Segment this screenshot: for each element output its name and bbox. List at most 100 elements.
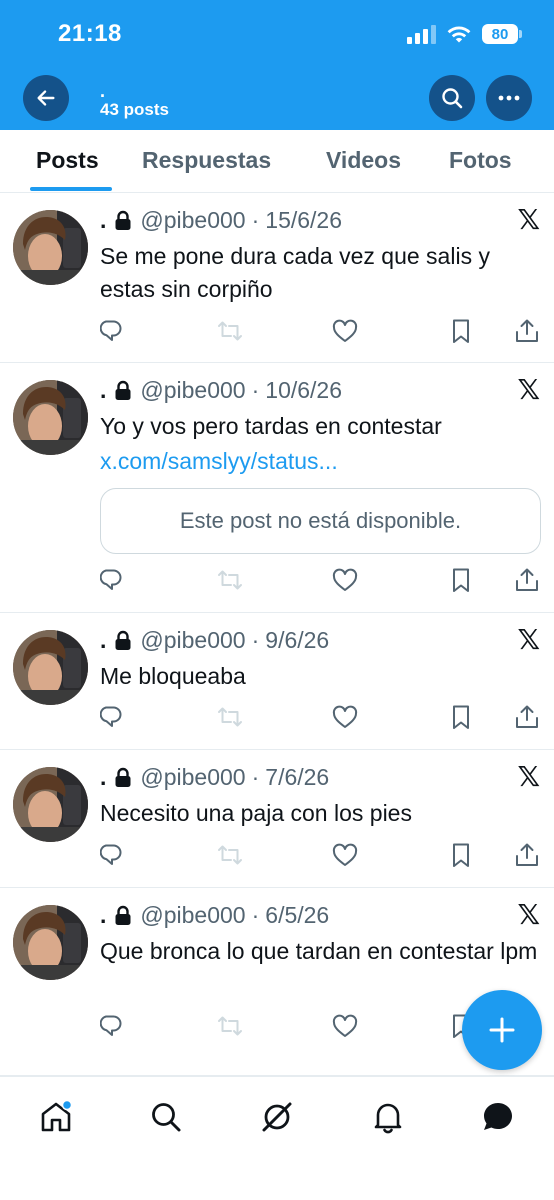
more-options-button[interactable]	[486, 75, 532, 121]
bookmark-button[interactable]	[447, 703, 475, 731]
share-button[interactable]	[513, 841, 541, 869]
messages-icon	[484, 1103, 512, 1130]
post-date[interactable]: 10/6/26	[265, 377, 342, 404]
bookmark-button[interactable]	[447, 566, 475, 594]
post-text: Necesito una paja con los pies	[100, 800, 412, 826]
avatar-photo	[13, 630, 88, 705]
repost-button[interactable]	[216, 841, 244, 869]
repost-button[interactable]	[216, 703, 244, 731]
post-item[interactable]: . @pibe000 · 7/6/26 𝕏 Necesito una paja c…	[0, 750, 554, 888]
reply-button[interactable]	[99, 566, 128, 594]
lock-icon	[114, 767, 133, 788]
avatar[interactable]	[13, 767, 88, 842]
nav-home[interactable]	[38, 1099, 74, 1135]
share-button[interactable]	[513, 703, 541, 731]
x-logo-icon: 𝕏	[517, 898, 540, 931]
author-name[interactable]: .	[100, 764, 106, 791]
post-date[interactable]: 15/6/26	[265, 207, 342, 234]
lock-icon	[114, 905, 133, 926]
reply-button[interactable]	[99, 317, 128, 345]
reply-button[interactable]	[99, 841, 128, 869]
repost-button[interactable]	[216, 566, 244, 594]
repost-icon	[218, 570, 242, 590]
bookmark-icon	[453, 319, 469, 343]
avatar-photo	[13, 767, 88, 842]
lock-icon	[114, 210, 133, 231]
bookmark-button[interactable]	[447, 317, 475, 345]
battery-indicator: 80	[482, 24, 522, 44]
compose-post-button[interactable]	[462, 990, 542, 1070]
post-actions	[99, 566, 541, 596]
nav-search[interactable]	[148, 1099, 184, 1135]
lock-icon	[114, 380, 133, 401]
search-button[interactable]	[429, 75, 475, 121]
x-logo-icon: 𝕏	[517, 623, 540, 656]
tab-videos[interactable]: Videos	[326, 147, 401, 174]
bookmark-icon	[453, 843, 469, 867]
share-button[interactable]	[513, 317, 541, 345]
post-count: 43 posts	[100, 100, 169, 119]
author-name[interactable]: .	[100, 377, 106, 404]
avatar[interactable]	[13, 380, 88, 455]
avatar[interactable]	[13, 210, 88, 285]
bell-icon	[374, 1103, 402, 1134]
bookmark-button[interactable]	[447, 841, 475, 869]
share-icon	[516, 843, 538, 866]
meta-separator: ·	[251, 207, 260, 233]
share-button[interactable]	[513, 566, 541, 594]
avatar[interactable]	[13, 630, 88, 705]
post-meta: . @pibe000 · 15/6/26	[100, 207, 342, 234]
reply-button[interactable]	[99, 703, 128, 731]
tab-posts[interactable]: Posts	[36, 147, 99, 174]
like-button[interactable]	[331, 703, 359, 731]
author-name[interactable]: .	[100, 902, 106, 929]
reply-icon	[99, 1015, 122, 1036]
author-handle[interactable]: @pibe000	[140, 902, 245, 929]
post-meta: . @pibe000 · 10/6/26	[100, 377, 342, 404]
like-button[interactable]	[331, 841, 359, 869]
reply-button[interactable]	[99, 1012, 128, 1040]
post-meta: . @pibe000 · 9/6/26	[100, 627, 329, 654]
post-date[interactable]: 6/5/26	[265, 902, 329, 929]
repost-icon	[218, 845, 242, 865]
nav-messages[interactable]	[480, 1099, 516, 1135]
reply-icon	[99, 706, 122, 727]
repost-icon	[218, 321, 242, 341]
like-button[interactable]	[331, 1012, 359, 1040]
author-name[interactable]: .	[100, 207, 106, 234]
share-icon	[516, 705, 538, 728]
meta-separator: ·	[251, 377, 260, 403]
post-date[interactable]: 9/6/26	[265, 627, 329, 654]
bookmark-icon	[453, 705, 469, 729]
avatar[interactable]	[13, 905, 88, 980]
bottom-navigation	[0, 1076, 554, 1200]
post-date[interactable]: 7/6/26	[265, 764, 329, 791]
x-logo-icon: 𝕏	[517, 203, 540, 236]
status-icons: 80	[407, 24, 522, 44]
back-button[interactable]	[23, 75, 69, 121]
nav-grok[interactable]	[259, 1099, 295, 1135]
repost-button[interactable]	[216, 317, 244, 345]
post-item[interactable]: . @pibe000 · 10/6/26 𝕏 Yo y vos pero tard…	[0, 363, 554, 613]
author-handle[interactable]: @pibe000	[140, 627, 245, 654]
author-name[interactable]: .	[100, 627, 106, 654]
author-handle[interactable]: @pibe000	[140, 764, 245, 791]
post-actions	[99, 703, 541, 733]
nav-notifications[interactable]	[370, 1099, 406, 1135]
tab-fotos[interactable]: Fotos	[449, 147, 512, 174]
author-handle[interactable]: @pibe000	[140, 377, 245, 404]
like-button[interactable]	[331, 566, 359, 594]
post-item[interactable]: . @pibe000 · 15/6/26 𝕏 Se me pone dura ca…	[0, 193, 554, 363]
post-item[interactable]: . @pibe000 · 9/6/26 𝕏 Me bloqueaba	[0, 613, 554, 750]
bookmark-icon	[453, 568, 469, 592]
tab-respuestas[interactable]: Respuestas	[142, 147, 271, 174]
repost-button[interactable]	[216, 1012, 244, 1040]
cellular-signal-icon	[407, 24, 436, 44]
author-handle[interactable]: @pibe000	[140, 207, 245, 234]
reply-icon	[99, 320, 122, 341]
like-button[interactable]	[331, 317, 359, 345]
like-icon	[332, 1014, 358, 1037]
reply-icon	[99, 844, 122, 865]
post-link[interactable]: x.com/samslyy/status...	[100, 448, 338, 475]
repost-icon	[218, 1016, 242, 1036]
